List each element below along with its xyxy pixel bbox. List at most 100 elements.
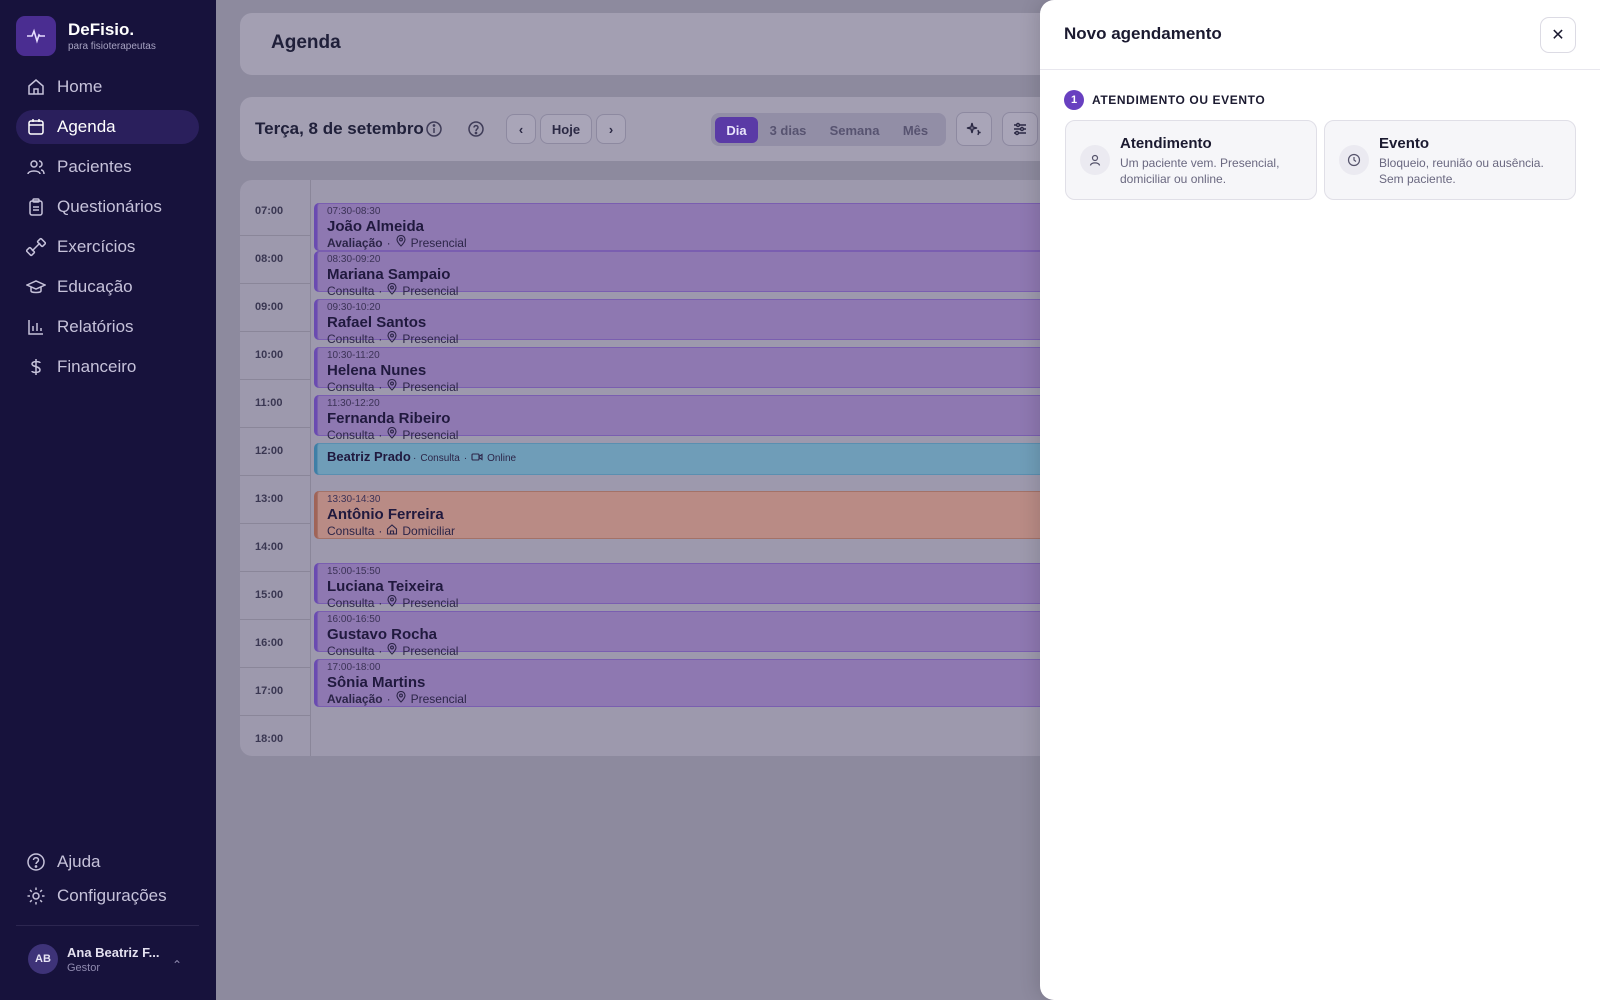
appointment-mode: Presencial <box>402 643 459 658</box>
brand[interactable]: DeFisio. para fisioterapeutas <box>16 16 156 56</box>
page-title: Agenda <box>271 32 341 53</box>
appointment-card[interactable]: 13:30-14:30 Antônio Ferreira Consulta · Do… <box>314 491 1114 539</box>
sidebar-item-ajuda[interactable]: Ajuda <box>16 845 199 879</box>
sidebar-item-educacao[interactable]: Educação <box>16 270 199 304</box>
chevron-up-icon[interactable]: ⌃ <box>172 958 182 972</box>
user-menu[interactable]: AB Ana Beatriz F... Gestor <box>28 944 159 974</box>
sparkle-icon <box>966 122 981 136</box>
video-icon <box>471 451 483 466</box>
prev-day-button[interactable]: ‹ <box>506 114 536 144</box>
time-column-divider <box>310 180 311 756</box>
appointment-type: Consulta <box>327 427 375 442</box>
hour-divider <box>240 235 310 236</box>
hour-label: 18:00 <box>255 733 284 745</box>
option-title: Evento <box>1379 135 1430 152</box>
map-pin-icon <box>386 330 398 346</box>
appointment-card[interactable]: 07:30-08:30 João Almeida Avaliação · Prese… <box>314 203 1114 251</box>
map-pin-icon <box>395 234 407 250</box>
appointment-patient: Helena Nunes <box>327 362 427 379</box>
appointment-card[interactable]: 15:00-15:50 Luciana Teixeira Consulta · Pr… <box>314 563 1114 610</box>
sidebar-item-label: Pacientes <box>57 157 132 176</box>
appointment-card[interactable]: 09:30-10:20 Rafael Santos Consulta · Prese… <box>314 299 1114 346</box>
sidebar-item-home[interactable]: Home <box>16 70 199 104</box>
appointment-time: 11:30-12:20 <box>327 398 380 409</box>
appointment-mode: Presencial <box>410 691 467 706</box>
bottom-nav: Ajuda Configurações <box>16 845 199 913</box>
map-pin-icon <box>386 282 398 298</box>
sidebar-item-label: Configurações <box>57 886 167 905</box>
sidebar: DeFisio. para fisioterapeutas Home Agend… <box>0 0 216 1000</box>
step-label: ATENDIMENTO OU EVENTO <box>1092 93 1266 107</box>
appointment-mode: Presencial <box>402 379 459 394</box>
filters-button[interactable] <box>1002 112 1038 146</box>
help-circle-icon[interactable] <box>466 119 486 139</box>
view-dia-button[interactable]: Dia <box>715 117 758 143</box>
info-icon[interactable] <box>424 119 444 139</box>
sidebar-item-label: Financeiro <box>57 357 137 376</box>
appointment-mode: Online <box>487 453 517 464</box>
sidebar-item-pacientes[interactable]: Pacientes <box>16 150 199 184</box>
ai-sparkle-button[interactable] <box>956 112 992 146</box>
chevron-right-icon: › <box>608 121 614 137</box>
hour-label: 15:00 <box>255 589 284 601</box>
users-icon <box>27 160 45 175</box>
option-atendimento[interactable]: Atendimento Um paciente vem. Presencial,… <box>1065 120 1317 200</box>
appointment-mode: Presencial <box>402 283 459 298</box>
appointment-time: 17:00-18:00 <box>327 662 381 673</box>
appointment-mode: Presencial <box>410 235 467 250</box>
appointment-type: Consulta <box>327 283 375 298</box>
map-pin-icon <box>386 594 398 610</box>
dollar-icon <box>31 359 41 375</box>
appointment-card[interactable]: 10:30-11:20 Helena Nunes Consulta · Presen… <box>314 347 1114 394</box>
sidebar-item-exercicios[interactable]: Exercícios <box>16 230 199 264</box>
option-evento[interactable]: Evento Bloqueio, reunião ou ausência. Se… <box>1324 120 1576 200</box>
hour-label: 08:00 <box>255 253 284 265</box>
graduation-cap-icon <box>26 280 46 294</box>
appointment-meta: Avaliação · Presencial <box>327 234 467 250</box>
sidebar-item-relatorios[interactable]: Relatórios <box>16 310 199 344</box>
appointment-meta: Avaliação · Presencial <box>327 690 467 706</box>
clipboard-icon <box>29 198 43 216</box>
appointment-patient: Mariana Sampaio <box>327 266 451 283</box>
sidebar-divider <box>16 925 199 926</box>
appointment-card[interactable]: 08:30-09:20 Mariana Sampaio Consulta · Pre… <box>314 251 1114 298</box>
today-button[interactable]: Hoje <box>540 114 592 144</box>
user-icon <box>1080 145 1110 175</box>
appointment-patient: Fernanda Ribeiro <box>327 410 451 427</box>
view-mes-button[interactable]: Mês <box>893 117 938 143</box>
chevron-left-icon: ‹ <box>518 121 524 137</box>
current-date: Terça, 8 de setembro <box>255 119 424 138</box>
appointment-card[interactable]: 11:30-12:20 Fernanda Ribeiro Consulta · Pr… <box>314 395 1114 442</box>
appointment-patient: Beatriz Prado <box>327 449 411 464</box>
appointment-card[interactable]: 17:00-18:00 Sônia Martins Avaliação · Pres… <box>314 659 1114 707</box>
hour-divider <box>240 619 310 620</box>
appointment-meta: Consulta · Presencial <box>327 330 459 346</box>
sidebar-item-label: Questionários <box>57 197 162 216</box>
hour-divider <box>240 331 310 332</box>
sidebar-item-financeiro[interactable]: Financeiro <box>16 350 199 384</box>
close-button[interactable]: ✕ <box>1540 17 1576 53</box>
appointment-mode: Presencial <box>402 331 459 346</box>
sidebar-item-label: Home <box>57 77 103 96</box>
appointment-card[interactable]: 16:00-16:50 Gustavo Rocha Consulta · Prese… <box>314 611 1114 658</box>
view-semana-button[interactable]: Semana <box>823 117 886 143</box>
home-icon <box>28 79 44 95</box>
sidebar-item-questionarios[interactable]: Questionários <box>16 190 199 224</box>
appointment-type: Consulta <box>327 331 375 346</box>
appointment-time: 07:30-08:30 <box>327 206 381 217</box>
hour-divider <box>240 283 310 284</box>
map-pin-icon <box>386 426 398 442</box>
sidebar-item-label: Educação <box>57 277 133 296</box>
map-pin-icon <box>386 378 398 394</box>
home-icon <box>386 523 398 538</box>
sidebar-item-label: Relatórios <box>57 317 134 336</box>
view-3-dias-button[interactable]: 3 dias <box>762 117 814 143</box>
appointment-meta: Consulta · Domiciliar <box>327 523 456 538</box>
sidebar-item-configuracoes[interactable]: Configurações <box>16 879 199 913</box>
sidebar-item-agenda[interactable]: Agenda <box>16 110 199 144</box>
next-day-button[interactable]: › <box>596 114 626 144</box>
appointment-card[interactable]: Beatriz Prado · Consulta · Online <box>314 443 1114 475</box>
hour-divider <box>240 379 310 380</box>
hour-divider <box>240 523 310 524</box>
appointment-meta: Consulta · Presencial <box>327 426 459 442</box>
